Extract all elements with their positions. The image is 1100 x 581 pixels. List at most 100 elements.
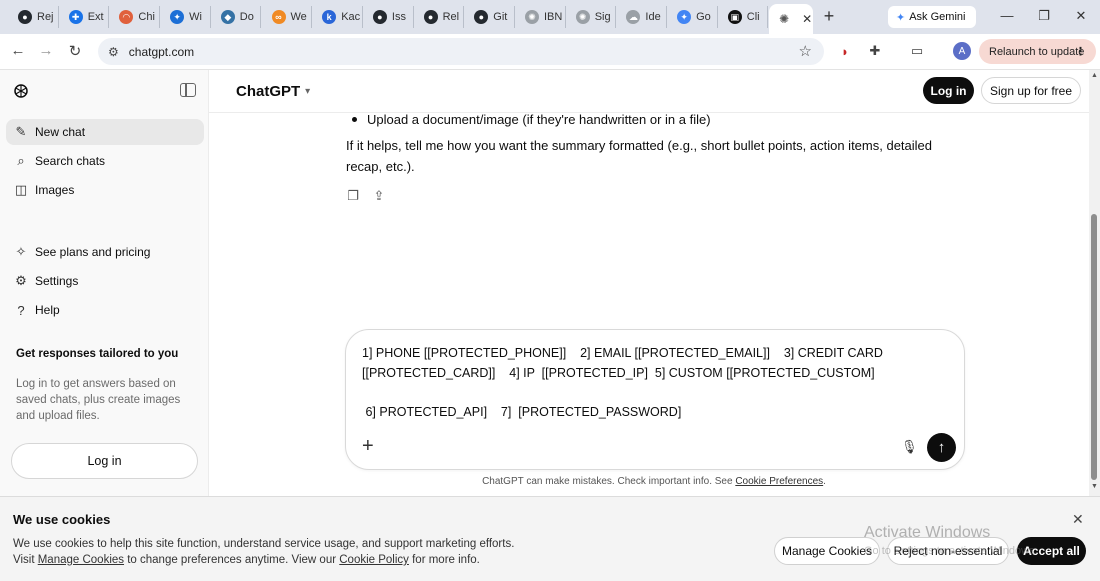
share-icon[interactable]: ⇪: [371, 188, 387, 204]
openai-icon: ✺: [525, 10, 539, 24]
manage-cookies-link[interactable]: Manage Cookies: [38, 554, 124, 566]
relaunch-button[interactable]: Relaunch to update ⋮: [979, 39, 1096, 64]
openai-logo-icon[interactable]: [12, 82, 30, 100]
close-tab-icon[interactable]: ✕: [802, 12, 812, 26]
sidebar: ✎ New chat ⌕ Search chats ◫ Images ✧ See plans …: [0, 70, 209, 496]
new-tab-button[interactable]: +: [820, 6, 838, 26]
tab-go[interactable]: ✦ Go: [667, 6, 718, 28]
tab-ext[interactable]: ✚ Ext: [59, 6, 110, 28]
arrow-up-icon: ↑: [937, 439, 946, 456]
prompt-input[interactable]: 1] PHONE [[PROTECTED_PHONE]] 2] EMAIL [[…: [362, 344, 922, 422]
microphone-icon[interactable]: 🎙︎: [901, 439, 918, 455]
login-button[interactable]: Log in: [923, 77, 974, 104]
sidebar-item-new-chat[interactable]: ✎ New chat: [6, 119, 204, 145]
sidebar-item-search-chats[interactable]: ⌕ Search chats: [6, 148, 204, 174]
close-icon[interactable]: ✕: [1072, 511, 1084, 528]
tab-ide[interactable]: ☁ Ide: [616, 6, 668, 28]
terminal-icon: ▣: [727, 10, 742, 24]
tab-iss[interactable]: ● Iss: [363, 6, 414, 28]
sidebar-item-see-plans-and-pricing[interactable]: ✧ See plans and pricing: [6, 239, 204, 265]
send-button[interactable]: ↑: [927, 433, 956, 462]
sidebar-item-settings[interactable]: ⚙ Settings: [6, 268, 204, 294]
tab-wi[interactable]: ✦ Wi: [160, 6, 211, 28]
attach-plus-icon[interactable]: +: [362, 436, 374, 456]
ask-gemini-button[interactable]: ✦ Ask Gemini: [888, 6, 976, 28]
tab-git[interactable]: ● Git: [464, 6, 515, 28]
disclaimer-end: .: [823, 476, 826, 487]
cookie-policy-link[interactable]: Cookie Policy: [339, 554, 409, 566]
sidebar-item-images[interactable]: ◫ Images: [6, 177, 204, 203]
scrollbar-thumb[interactable]: [1091, 214, 1097, 480]
tab-do[interactable]: ◆ Do: [211, 6, 262, 28]
sidebar-item-label: Help: [35, 303, 60, 317]
address-bar[interactable]: ⚙ chatgpt.com ☆: [98, 38, 824, 65]
extensions-icon[interactable]: ✚: [866, 42, 884, 60]
back-button[interactable]: ←: [8, 42, 28, 59]
tab-strip: ● Rej ✚ Ext ◠ Chi ✦ Wi ◆ Do ∞ We k Kac ● Iss ● Rel ● Git ✺ IB…: [0, 0, 1100, 34]
gear-icon: ⚙: [15, 273, 27, 288]
browser-toolbar: ← → ↻ ⚙ chatgpt.com ☆ ◗ ✚ ▭ A Relaunch t…: [0, 34, 1100, 70]
tab-active[interactable]: ✺ ✕: [769, 4, 813, 34]
tab-label: Kac: [341, 11, 361, 23]
cookie-line-2-end: for more info.: [408, 554, 480, 566]
tab-cli[interactable]: ▣ Cli: [718, 6, 769, 28]
url-text: chatgpt.com: [128, 44, 195, 59]
tab-ibn[interactable]: ✺ IBN: [515, 6, 566, 28]
reload-button[interactable]: ↻: [65, 42, 85, 60]
bookmark-star-icon[interactable]: ☆: [799, 42, 812, 60]
promo-title: Get responses tailored to you: [16, 348, 179, 360]
tab-we[interactable]: ∞ We: [262, 6, 313, 28]
openai-icon: ✺: [779, 12, 790, 26]
sidebar-item-label: See plans and pricing: [35, 245, 151, 259]
tab-rej[interactable]: ● Rej: [8, 6, 59, 28]
images-icon: ◫: [14, 182, 28, 197]
tab-label: Rel: [442, 11, 460, 23]
cookie-line-1: We use cookies to help this site functio…: [13, 538, 515, 550]
sidebar-item-label: Images: [35, 183, 75, 197]
tab-chi[interactable]: ◠ Chi: [109, 6, 161, 28]
menu-dots-icon[interactable]: ⋮: [1075, 45, 1086, 58]
openai-icon: ✺: [575, 10, 590, 24]
rainbow-icon: ◠: [119, 10, 134, 24]
cast-icon[interactable]: ▭: [908, 42, 926, 60]
main-content: ChatGPT ▾ Log in Sign up for free Upload…: [209, 70, 1089, 496]
forward-button[interactable]: →: [36, 42, 56, 59]
sidebar-item-label: Search chats: [35, 154, 106, 168]
tab-label: Ide: [645, 11, 661, 23]
sparkle-icon: ✧: [15, 244, 27, 259]
profile-avatar[interactable]: A: [953, 42, 971, 60]
tab-label: Chi: [138, 11, 155, 23]
signup-button[interactable]: Sign up for free: [981, 77, 1081, 104]
disclaimer: ChatGPT can make mistakes. Check importa…: [209, 476, 1099, 487]
tab-kac[interactable]: k Kac: [312, 6, 363, 28]
tab-label: Do: [239, 11, 254, 23]
k-icon: k: [322, 10, 337, 24]
sidebar-login-button[interactable]: Log in: [11, 443, 198, 479]
copy-icon[interactable]: ❐: [345, 188, 361, 204]
cookie-preferences-link[interactable]: Cookie Preferences: [735, 476, 823, 487]
tab-label: Wi: [189, 11, 202, 23]
sidebar-item-help[interactable]: ? Help: [6, 297, 204, 323]
tab-label: IBN: [544, 11, 563, 23]
search-icon: ⌕: [17, 153, 25, 168]
close-window-button[interactable]: ✕: [1073, 8, 1089, 24]
cookie-title: We use cookies: [13, 512, 111, 527]
message-bullet: Upload a document/image (if they're hand…: [352, 112, 711, 127]
model-selector[interactable]: ChatGPT ▾: [236, 83, 310, 100]
site-info-icon[interactable]: ⚙: [108, 45, 119, 59]
activate-windows-watermark: Activate Windows: [864, 524, 991, 541]
tab-label: Go: [696, 11, 711, 23]
tab-rel[interactable]: ● Rel: [414, 6, 465, 28]
scroll-up-arrow-icon[interactable]: ▲: [1089, 72, 1100, 79]
scroll-down-arrow-icon[interactable]: ▼: [1089, 483, 1100, 490]
bird-icon: ✦: [170, 10, 185, 24]
minimize-button[interactable]: —: [999, 8, 1015, 23]
tab-label: Ext: [87, 11, 104, 23]
promo-text: Log in to get answers based on saved cha…: [16, 378, 181, 422]
bullet-dot: [352, 117, 357, 122]
tab-sig[interactable]: ✺ Sig: [566, 6, 617, 28]
chevron-down-icon: ▾: [305, 86, 311, 97]
restore-button[interactable]: ❐: [1036, 8, 1052, 24]
sidebar-toggle-icon[interactable]: [180, 83, 196, 97]
shield-extension-icon[interactable]: ◗: [836, 42, 854, 60]
